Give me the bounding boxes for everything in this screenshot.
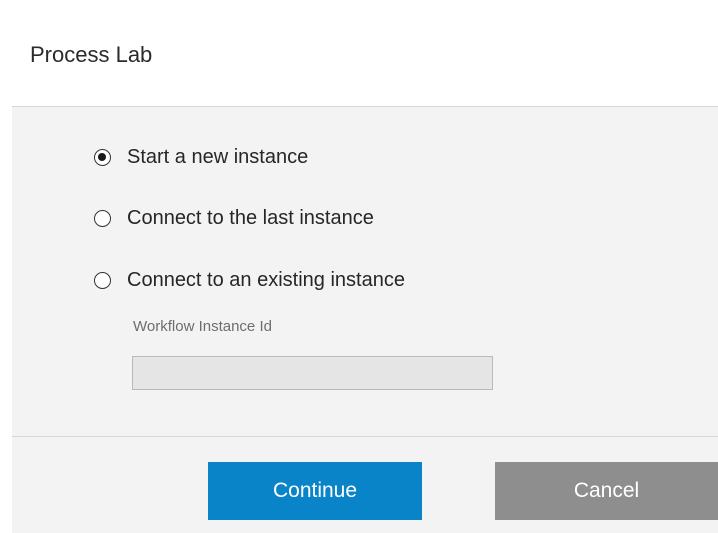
continue-button[interactable]: Continue — [208, 462, 422, 520]
option-start-new-instance[interactable]: Start a new instance — [94, 143, 308, 171]
dialog-title: Process Lab — [30, 42, 153, 67]
dialog-body: Start a new instance Connect to the last… — [12, 107, 718, 436]
option-label: Connect to an existing instance — [127, 268, 405, 291]
radio-selected-icon[interactable] — [94, 148, 111, 166]
option-connect-existing-instance[interactable]: Connect to an existing instance — [94, 266, 405, 294]
radio-unselected-icon[interactable] — [94, 209, 111, 227]
option-connect-last-instance[interactable]: Connect to the last instance — [94, 204, 374, 232]
cancel-button[interactable]: Cancel — [495, 462, 718, 520]
process-lab-dialog: Process Lab Start a new instance Connect… — [0, 0, 718, 533]
option-label: Connect to the last instance — [127, 206, 374, 229]
dialog-footer: Continue Cancel — [12, 436, 718, 533]
dialog-header: Process Lab — [12, 6, 718, 107]
radio-unselected-icon[interactable] — [94, 271, 111, 289]
workflow-instance-id-input[interactable] — [132, 356, 493, 390]
workflow-instance-id-label: Workflow Instance Id — [133, 318, 272, 335]
option-label: Start a new instance — [127, 145, 309, 168]
